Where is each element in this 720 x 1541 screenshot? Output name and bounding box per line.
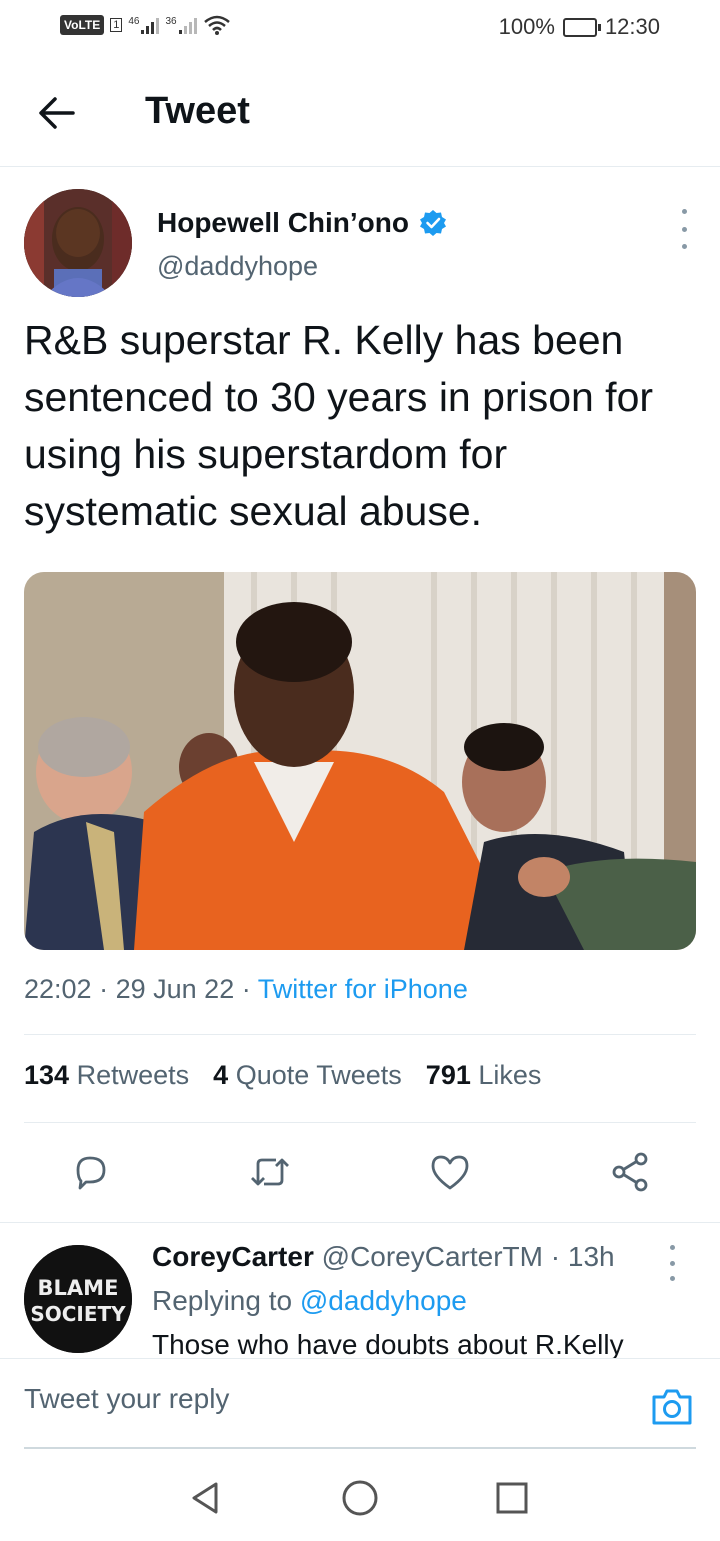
camera-icon bbox=[652, 1389, 692, 1425]
replying-to-handle[interactable]: @daddyhope bbox=[300, 1285, 467, 1316]
tweet-source-link[interactable]: Twitter for iPhone bbox=[258, 974, 468, 1004]
reply-author-handle[interactable]: @CoreyCarterTM bbox=[322, 1241, 543, 1272]
triangle-back-icon bbox=[192, 1482, 218, 1514]
heart-icon bbox=[431, 1155, 469, 1190]
reply-more-vertical-icon[interactable] bbox=[660, 1245, 684, 1281]
page-title: Tweet bbox=[145, 90, 250, 132]
retweet-button[interactable] bbox=[246, 1148, 294, 1196]
nav-recents-button[interactable] bbox=[492, 1478, 532, 1518]
like-button[interactable] bbox=[426, 1148, 474, 1196]
reply-composer bbox=[0, 1358, 720, 1449]
divider-1 bbox=[24, 1034, 696, 1035]
status-right: 100% 12:30 bbox=[499, 14, 660, 40]
reply-header: CoreyCarter @CoreyCarterTM · 13h bbox=[152, 1241, 615, 1273]
battery-icon bbox=[562, 17, 601, 37]
likes-label: Likes bbox=[478, 1060, 542, 1090]
square-recents-icon bbox=[496, 1482, 528, 1514]
likes-count: 791 bbox=[425, 1060, 471, 1090]
share-icon bbox=[612, 1152, 648, 1192]
reply-icon bbox=[76, 1156, 106, 1190]
courtroom-photo bbox=[24, 572, 696, 950]
meta-separator-1: · bbox=[99, 974, 109, 1004]
blame-society-logo: BLAME SOCIETY bbox=[24, 1245, 132, 1353]
author-avatar-image bbox=[24, 189, 132, 297]
reply-text: Those who have doubts about R.Kelly bbox=[152, 1329, 624, 1358]
meta-separator-2: · bbox=[241, 974, 251, 1004]
sim-number: 1 bbox=[110, 18, 123, 32]
reply-age: 13h bbox=[567, 1241, 615, 1272]
quote-tweets-stat[interactable]: 4 Quote Tweets bbox=[213, 1060, 402, 1091]
reply-tweet[interactable]: BLAME SOCIETY CoreyCarter @CoreyCarterTM… bbox=[0, 1222, 720, 1358]
arrow-left-icon bbox=[39, 97, 75, 129]
back-button[interactable] bbox=[32, 88, 82, 138]
tweet-reply-input[interactable] bbox=[24, 1383, 624, 1415]
composer-underline bbox=[24, 1447, 696, 1449]
signal-2-label: 36 bbox=[165, 16, 177, 27]
quote-tweets-label: Quote Tweets bbox=[235, 1060, 402, 1090]
author-name[interactable]: Hopewell Chin’ono bbox=[157, 207, 447, 239]
nav-back-button[interactable] bbox=[186, 1478, 226, 1518]
tweet-text: R&B superstar R. Kelly has been sentence… bbox=[24, 317, 654, 534]
author-avatar[interactable] bbox=[24, 189, 132, 297]
tweet-actions bbox=[24, 1142, 696, 1202]
tweet-stats: 134 Retweets 4 Quote Tweets 791 Likes bbox=[24, 1060, 541, 1091]
tweet-time: 22:02 bbox=[24, 974, 92, 1004]
tweet-meta: 22:02 · 29 Jun 22 · Twitter for iPhone bbox=[24, 974, 468, 1005]
retweets-label: Retweets bbox=[76, 1060, 190, 1090]
wifi-icon bbox=[203, 15, 230, 35]
reply-separator: · bbox=[550, 1241, 561, 1272]
status-bar: VoLTE 1 46 36 100% 12:30 bbox=[0, 0, 720, 56]
tweet-media-image[interactable] bbox=[24, 572, 696, 950]
divider-2 bbox=[24, 1122, 696, 1123]
status-left: VoLTE 1 46 36 bbox=[60, 14, 231, 36]
signal-2-icon: 36 bbox=[165, 16, 197, 34]
volte-badge: VoLTE bbox=[60, 15, 105, 35]
system-nav-bar bbox=[0, 1450, 720, 1541]
retweets-count: 134 bbox=[24, 1060, 70, 1090]
reply-button[interactable] bbox=[66, 1148, 114, 1196]
battery-percent: 100% bbox=[498, 14, 555, 39]
retweet-icon bbox=[251, 1158, 289, 1186]
logo-text-1: BLAME bbox=[38, 1276, 119, 1300]
replying-to: Replying to @daddyhope bbox=[152, 1285, 467, 1317]
retweets-stat[interactable]: 134 Retweets bbox=[24, 1060, 189, 1091]
camera-button[interactable] bbox=[650, 1385, 694, 1429]
reply-avatar[interactable]: BLAME SOCIETY bbox=[24, 1245, 132, 1353]
nav-home-button[interactable] bbox=[340, 1478, 380, 1518]
author-handle[interactable]: @daddyhope bbox=[157, 251, 318, 282]
circle-home-icon bbox=[342, 1480, 378, 1516]
verified-badge-icon bbox=[420, 210, 446, 236]
more-vertical-icon[interactable] bbox=[672, 209, 696, 249]
quote-tweets-count: 4 bbox=[213, 1060, 229, 1090]
author-name-text: Hopewell Chin’ono bbox=[157, 207, 409, 238]
signal-1-icon: 46 bbox=[128, 16, 160, 34]
likes-stat[interactable]: 791 Likes bbox=[426, 1060, 542, 1091]
replying-to-prefix: Replying to bbox=[152, 1285, 293, 1316]
tweet-date: 29 Jun 22 bbox=[115, 974, 235, 1004]
clock: 12:30 bbox=[604, 14, 660, 39]
top-bar: Tweet bbox=[0, 56, 720, 167]
tweet-author: Hopewell Chin’ono @daddyhope bbox=[24, 189, 696, 299]
logo-text-2: SOCIETY bbox=[30, 1302, 126, 1326]
reply-author-name[interactable]: CoreyCarter bbox=[152, 1241, 314, 1272]
signal-1-label: 46 bbox=[128, 16, 140, 27]
share-button[interactable] bbox=[606, 1148, 654, 1196]
